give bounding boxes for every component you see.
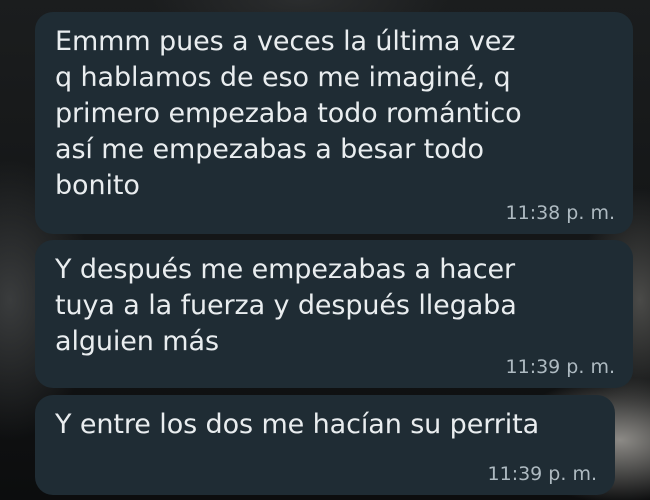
message-text: Y después me empezabas a hacer tuya a la…	[55, 254, 517, 357]
message-text: Emmm pues a veces la última vez q hablam…	[55, 26, 522, 201]
message-timestamp: 11:39 p. m.	[505, 356, 615, 378]
message-text: Y entre los dos me hacían su perrita	[55, 409, 540, 440]
message-timestamp: 11:39 p. m.	[487, 463, 597, 485]
message-bubble[interactable]: Y después me empezabas a hacer tuya a la…	[35, 240, 633, 388]
message-bubble[interactable]: Y entre los dos me hacían su perrita 11:…	[35, 395, 615, 495]
message-bubble[interactable]: Emmm pues a veces la última vez q hablam…	[35, 12, 633, 234]
message-timestamp: 11:38 p. m.	[505, 202, 615, 224]
